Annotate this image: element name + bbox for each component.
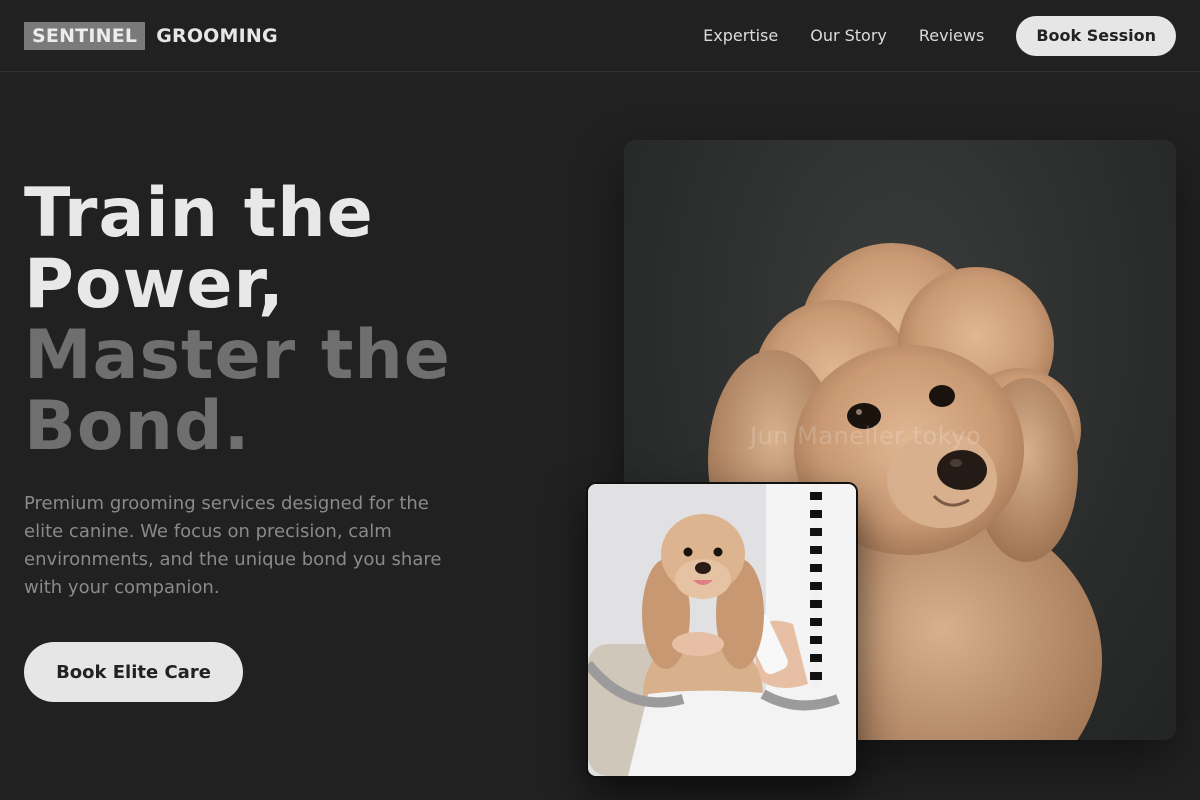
hero-description: Premium grooming services designed for t…	[24, 493, 442, 598]
photo-watermark: Jun Maneller tokyo	[750, 422, 982, 450]
main-nav: Expertise Our Story Reviews Book Session	[703, 15, 1176, 56]
grooming-illustration	[588, 484, 856, 776]
headline-line-2: Power,	[24, 245, 285, 324]
book-session-button[interactable]: Book Session	[1016, 15, 1176, 56]
headline-line-4: Bond.	[24, 387, 251, 466]
cocker-spaniel-grooming-photo	[586, 482, 858, 778]
hero-headline: Train the Power, Master the Bond.	[24, 178, 451, 462]
brand-logo[interactable]: SENTINEL GROOMING	[24, 21, 278, 50]
book-elite-care-button[interactable]: Book Elite Care	[24, 642, 243, 702]
brand-logo-box: SENTINEL	[24, 21, 146, 50]
headline-line-3: Master the	[24, 316, 451, 395]
brand-logo-word: GROOMING	[156, 24, 278, 47]
nav-link-our-story[interactable]: Our Story	[810, 26, 887, 45]
nav-link-expertise[interactable]: Expertise	[703, 26, 778, 45]
site-header: SENTINEL GROOMING Expertise Our Story Re…	[0, 0, 1200, 72]
headline-line-1: Train the	[24, 174, 374, 253]
nav-link-reviews[interactable]: Reviews	[919, 26, 984, 45]
